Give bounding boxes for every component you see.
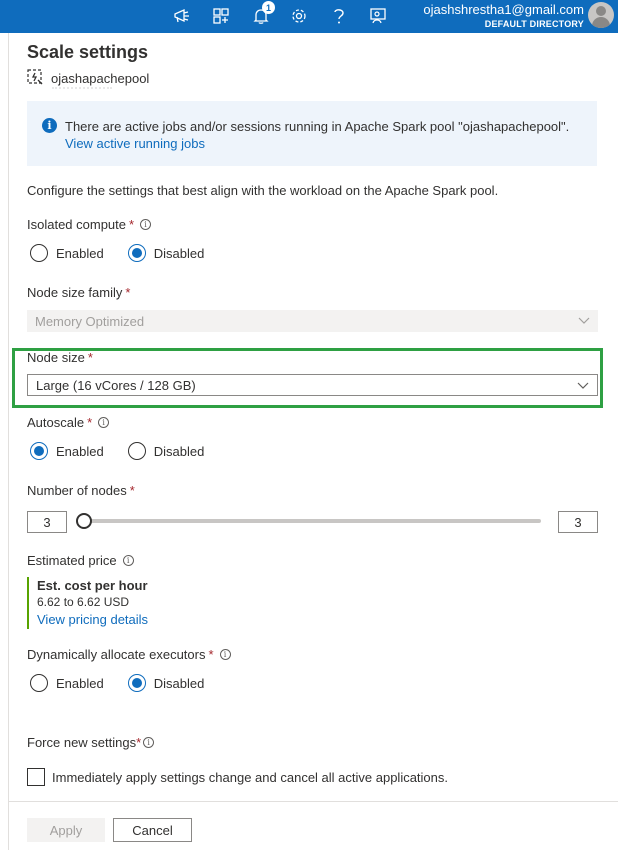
help-question-icon[interactable] bbox=[328, 5, 350, 27]
required-mark: * bbox=[87, 415, 93, 430]
apply-button[interactable]: Apply bbox=[27, 818, 105, 842]
settings-gear-icon[interactable] bbox=[288, 5, 310, 27]
resource-name: ojashapachepool bbox=[51, 71, 150, 86]
dynamic-executors-label-text: Dynamically allocate executors bbox=[27, 647, 206, 662]
dynamic-executors-radio-group: Enabled Disabled bbox=[30, 674, 228, 692]
radio-label: Enabled bbox=[56, 245, 104, 261]
estimated-price-label-text: Estimated price bbox=[27, 553, 117, 568]
node-size-family-dropdown: Memory Optimized bbox=[27, 310, 598, 332]
info-icon[interactable]: i bbox=[140, 219, 152, 230]
node-size-family-label-text: Node size family bbox=[27, 285, 123, 300]
isolated-compute-label-text: Isolated compute bbox=[27, 217, 127, 232]
autoscale-enabled-radio[interactable] bbox=[30, 442, 48, 460]
number-of-nodes-label-text: Number of nodes bbox=[27, 483, 127, 498]
view-active-jobs-link[interactable]: View active running jobs bbox=[65, 136, 205, 151]
nodes-slider-thumb[interactable] bbox=[76, 513, 92, 529]
account-info[interactable]: ojashshrestha1@gmail.com DEFAULT DIRECTO… bbox=[423, 2, 584, 30]
dynamic-executors-disabled-radio[interactable] bbox=[127, 674, 146, 692]
feedback-person-icon[interactable] bbox=[367, 5, 389, 27]
footer-divider bbox=[9, 801, 618, 802]
info-icon: i bbox=[42, 118, 57, 133]
estimated-price-label: Estimated price i bbox=[27, 553, 134, 568]
autoscale-label: Autoscale * i bbox=[27, 415, 110, 430]
radio-label: Enabled bbox=[56, 675, 104, 691]
node-size-dropdown[interactable]: Large (16 vCores / 128 GB) bbox=[27, 374, 598, 396]
cancel-button[interactable]: Cancel bbox=[113, 818, 192, 842]
account-directory: DEFAULT DIRECTORY bbox=[484, 19, 584, 29]
cost-value: 6.62 to 6.62 USD bbox=[37, 595, 130, 609]
isolated-compute-radio-group: Enabled Disabled bbox=[30, 244, 228, 262]
force-apply-checkbox[interactable] bbox=[27, 768, 45, 786]
autoscale-label-text: Autoscale bbox=[27, 415, 85, 430]
autoscale-radio-group: Enabled Disabled bbox=[30, 442, 228, 460]
required-mark: * bbox=[208, 647, 214, 662]
force-apply-checkbox-label[interactable]: Immediately apply settings change and ca… bbox=[52, 770, 448, 785]
dynamic-executors-enabled-radio[interactable] bbox=[30, 674, 48, 692]
info-icon[interactable]: i bbox=[122, 555, 134, 566]
radio-label: Disabled bbox=[153, 675, 205, 691]
radio-label: Disabled bbox=[153, 443, 205, 459]
top-bar: 1 ojashshrestha1@gmail.com DEFAULT DIREC… bbox=[0, 0, 618, 33]
description-text: Configure the settings that best align w… bbox=[27, 183, 499, 198]
chevron-down-icon bbox=[577, 379, 589, 394]
panel-border bbox=[8, 33, 9, 850]
resource-header: ojashapachepool bbox=[27, 69, 149, 88]
min-nodes-input[interactable]: 3 bbox=[27, 511, 67, 533]
spark-pool-icon bbox=[27, 69, 43, 88]
force-new-settings-label-text: Force new settings bbox=[27, 735, 137, 750]
force-new-settings-label: Force new settings * i bbox=[27, 735, 155, 750]
node-size-label-text: Node size bbox=[27, 350, 85, 365]
required-mark: * bbox=[136, 735, 142, 750]
chevron-down-icon bbox=[578, 314, 590, 329]
feedback-megaphone-icon[interactable] bbox=[171, 5, 193, 27]
info-message: There are active jobs and/or sessions ru… bbox=[65, 119, 570, 134]
cost-title: Est. cost per hour bbox=[37, 578, 148, 593]
isolated-compute-disabled-radio[interactable] bbox=[127, 244, 146, 262]
view-pricing-link[interactable]: View pricing details bbox=[37, 611, 227, 628]
autoscale-disabled-radio[interactable] bbox=[127, 442, 146, 460]
node-size-family-label: Node size family * bbox=[27, 285, 130, 300]
isolated-compute-enabled-radio[interactable] bbox=[30, 244, 48, 262]
radio-label: Disabled bbox=[153, 245, 205, 261]
isolated-compute-label: Isolated compute * i bbox=[27, 217, 152, 232]
node-size-family-value: Memory Optimized bbox=[35, 313, 145, 329]
notification-count-badge: 1 bbox=[262, 1, 275, 14]
info-icon[interactable]: i bbox=[219, 649, 231, 660]
max-nodes-input[interactable]: 3 bbox=[558, 511, 598, 533]
required-mark: * bbox=[129, 217, 135, 232]
portal-directory-icon[interactable] bbox=[210, 5, 232, 27]
resource-subtitle-placeholder bbox=[52, 87, 112, 89]
page-title: Scale settings bbox=[27, 42, 149, 62]
node-size-value: Large (16 vCores / 128 GB) bbox=[36, 377, 196, 393]
info-icon[interactable]: i bbox=[143, 737, 155, 748]
required-mark: * bbox=[125, 285, 131, 300]
radio-label: Enabled bbox=[56, 443, 104, 459]
dynamic-executors-label: Dynamically allocate executors * i bbox=[27, 647, 231, 662]
required-mark: * bbox=[87, 350, 93, 365]
required-mark: * bbox=[129, 483, 135, 498]
number-of-nodes-label: Number of nodes * bbox=[27, 483, 135, 498]
avatar[interactable] bbox=[588, 2, 614, 28]
node-size-label: Node size * bbox=[27, 350, 93, 365]
info-message-bar: i There are active jobs and/or sessions … bbox=[27, 101, 597, 166]
estimated-price-box: Est. cost per hour 6.62 to 6.62 USD View… bbox=[27, 577, 227, 629]
nodes-slider-track[interactable] bbox=[84, 519, 541, 523]
account-email: ojashshrestha1@gmail.com bbox=[423, 2, 584, 17]
info-icon[interactable]: i bbox=[98, 417, 110, 428]
